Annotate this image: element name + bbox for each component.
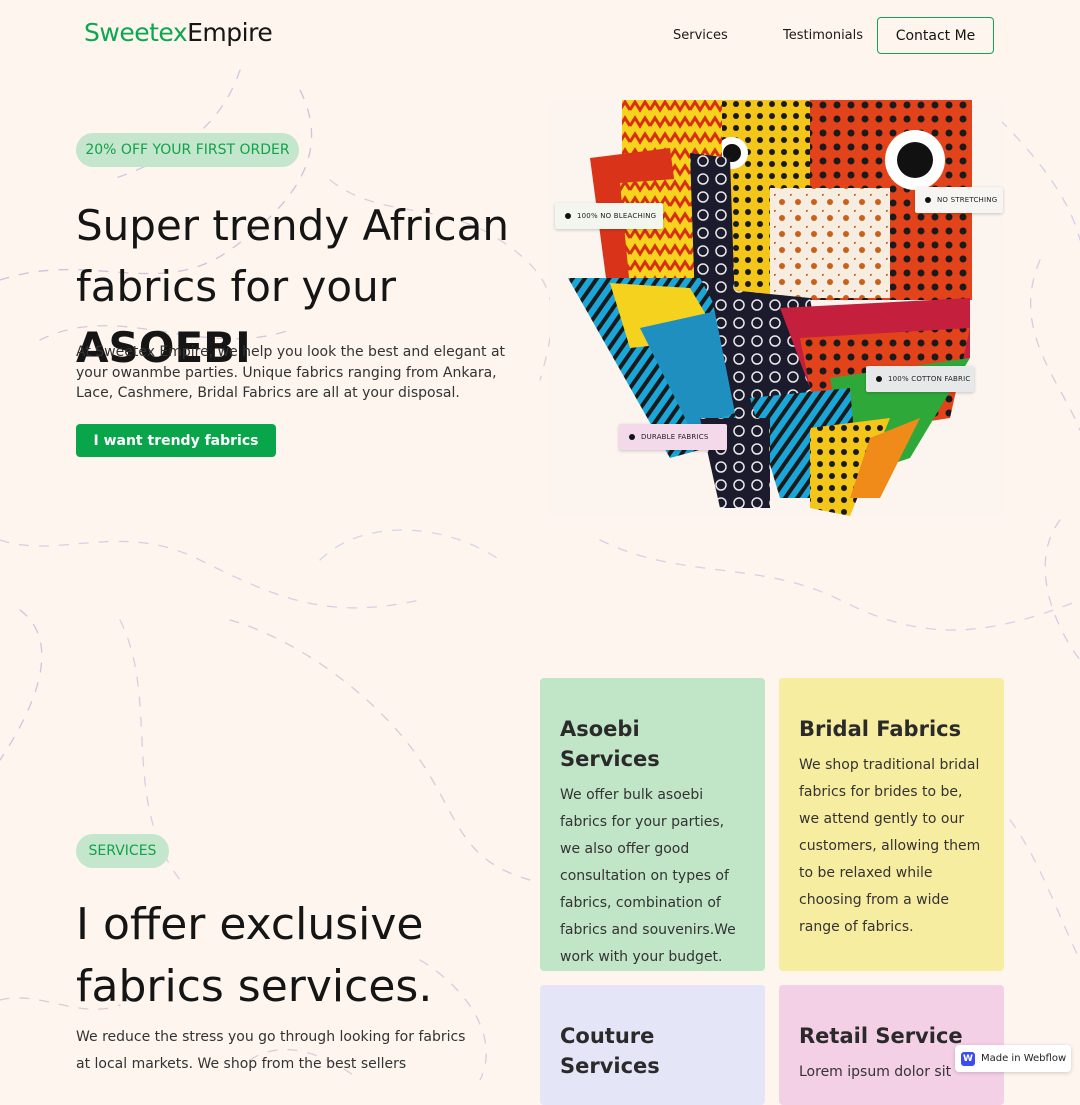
fabric-tag-label: NO STRETCHING xyxy=(937,196,998,204)
brand-logo[interactable]: SweetexEmpire xyxy=(84,18,273,47)
fabric-tag-label: DURABLE FABRICS xyxy=(641,433,709,441)
bullet-icon xyxy=(629,434,635,440)
bullet-icon xyxy=(876,376,882,382)
services-title: I offer exclusive fabrics services. xyxy=(76,899,433,1012)
contact-button[interactable]: Contact Me xyxy=(877,17,994,54)
fabric-tag-durable: DURABLE FABRICS xyxy=(619,424,727,450)
fabric-tag-label: 100% NO BLEACHING xyxy=(577,212,657,220)
hero-description: At Sweetex Empire, we help you look the … xyxy=(76,344,506,401)
bullet-icon xyxy=(925,197,931,203)
cta-button[interactable]: I want trendy fabrics xyxy=(76,424,276,457)
service-card-asoebi: Asoebi Services We offer bulk asoebi fab… xyxy=(540,678,765,971)
logo-text-empire: Empire xyxy=(187,18,273,47)
logo-text-sweetex: Sweetex xyxy=(84,18,188,47)
webflow-badge-label: Made in Webflow xyxy=(981,1053,1067,1064)
service-card-body: We offer bulk asoebi fabrics for your pa… xyxy=(560,787,736,965)
service-card-couture: Couture Services xyxy=(540,985,765,1105)
nav-link-testimonials[interactable]: Testimonials xyxy=(783,28,863,43)
service-card-title: Couture Services xyxy=(560,1024,660,1078)
fabric-collage-image xyxy=(550,98,1002,516)
fabric-tag-no-bleaching: 100% NO BLEACHING xyxy=(555,203,663,229)
offer-badge: 20% OFF YOUR FIRST ORDER xyxy=(76,133,299,167)
service-card-bridal: Bridal Fabrics We shop traditional brida… xyxy=(779,678,1004,971)
service-card-body: We shop traditional bridal fabrics for b… xyxy=(799,757,981,935)
service-card-title: Asoebi Services xyxy=(560,717,660,771)
service-card-title: Bridal Fabrics xyxy=(799,717,962,741)
services-description: We reduce the stress you go through look… xyxy=(76,1029,466,1072)
webflow-icon: W xyxy=(961,1051,975,1066)
fabric-tag-cotton: 100% COTTON FABRIC xyxy=(866,366,974,392)
nav-link-services[interactable]: Services xyxy=(673,28,728,43)
services-badge: SERVICES xyxy=(76,834,169,868)
fabric-tag-no-stretching: NO STRETCHING xyxy=(915,187,1003,213)
fabric-tag-label: 100% COTTON FABRIC xyxy=(888,375,971,383)
made-in-webflow-badge[interactable]: W Made in Webflow xyxy=(955,1045,1071,1072)
hero-title-text: Super trendy African fabrics for your xyxy=(76,201,509,311)
bullet-icon xyxy=(565,213,571,219)
